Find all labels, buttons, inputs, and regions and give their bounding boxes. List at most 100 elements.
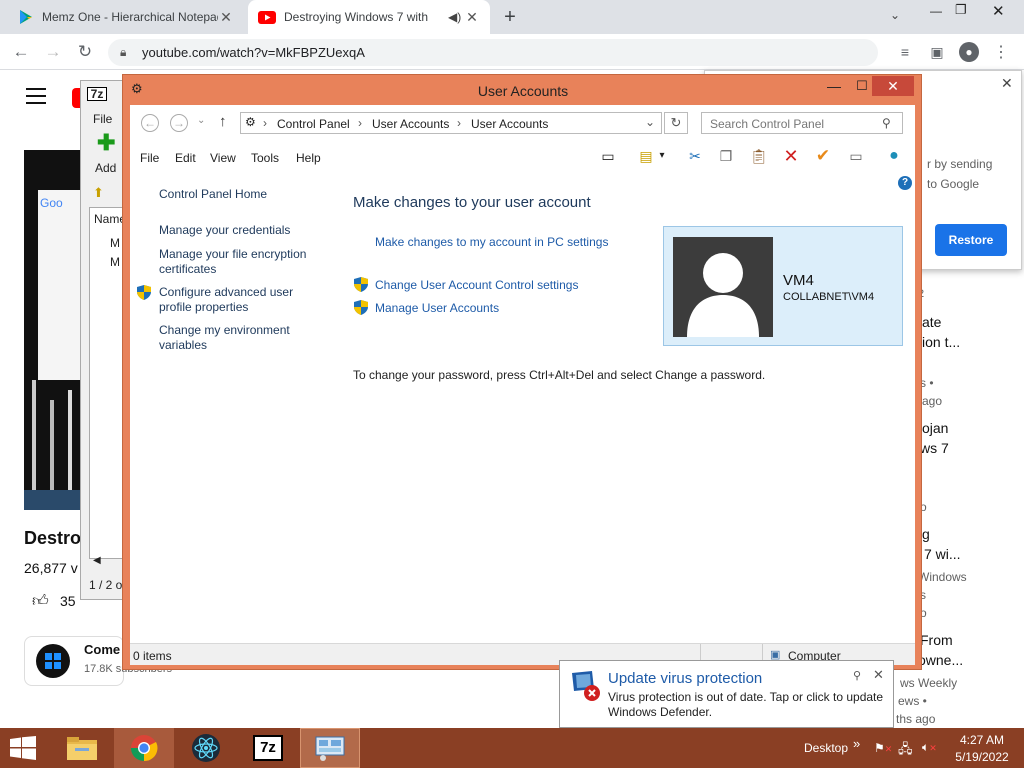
password-note: To change your password, press Ctrl+Alt+… — [353, 368, 766, 382]
properties-icon[interactable]: ✔ — [808, 145, 838, 167]
refresh-button[interactable]: ↻ — [664, 112, 688, 134]
copy-icon[interactable]: ❐ — [711, 145, 741, 167]
menu-tools[interactable]: Tools — [251, 151, 279, 165]
action-center-flag-icon[interactable]: ⚑✕ — [874, 741, 892, 755]
breadcrumb-current[interactable]: User Accounts — [471, 117, 548, 131]
address-bar[interactable]: ⚙ › Control Panel › User Accounts › User… — [240, 112, 662, 134]
window-close-button[interactable]: ✕ — [872, 76, 914, 96]
search-field[interactable]: Search Control Panel ⚲ — [701, 112, 903, 134]
sidebar-text[interactable]: From — [920, 632, 953, 648]
network-icon[interactable]: 🖧︎ — [898, 740, 913, 762]
close-tab-icon[interactable]: ✕ — [218, 9, 234, 26]
pin-icon[interactable]: ⚲ — [853, 669, 861, 682]
sidebar-manage-credentials[interactable]: Manage your credentials — [159, 223, 329, 238]
sidebar-text[interactable]: ojan — [922, 420, 948, 436]
taskbar-chrome[interactable] — [114, 728, 174, 768]
pc-settings-link[interactable]: Make changes to my account in PC setting… — [375, 235, 608, 249]
taskbar: 7z Desktop » ⚑✕ 🖧︎ 🔈︎✕ 4:27 AM 5/19/2022 — [0, 728, 1024, 768]
uac-settings-link[interactable]: Change User Account Control settings — [375, 278, 578, 292]
folder-dropdown-icon[interactable]: ▾ — [655, 145, 669, 167]
breadcrumb-user-accounts[interactable]: User Accounts — [372, 117, 449, 131]
taskbar-7zip[interactable]: 7z — [238, 728, 298, 768]
manage-user-accounts-link[interactable]: Manage User Accounts — [375, 301, 499, 315]
close-icon[interactable]: ✕ — [992, 2, 1005, 20]
sidebar-text[interactable]: owne... — [918, 652, 963, 668]
sidebar-environment-variables[interactable]: Change my environment variables — [159, 323, 309, 353]
delete-icon[interactable]: ✕ — [776, 145, 806, 167]
speaker-icon[interactable]: ◀) — [448, 10, 464, 24]
sidebar-text[interactable]: ate — [922, 314, 941, 330]
forward-icon[interactable]: → — [40, 39, 66, 65]
sevenzip-menu-file[interactable]: File — [93, 112, 112, 126]
address-dropdown-icon[interactable]: ⌄ — [645, 115, 655, 129]
scroll-left-icon[interactable]: ◀ — [93, 555, 101, 566]
file-row[interactable]: M — [110, 236, 120, 250]
tab-search-icon[interactable]: ⌄ — [890, 8, 900, 22]
back-icon[interactable]: ← — [8, 39, 34, 65]
close-popup-icon[interactable]: ✕ — [1001, 75, 1013, 92]
rename-icon[interactable]: ▭ — [841, 145, 871, 167]
cut-icon[interactable]: ✂ — [680, 145, 710, 167]
breadcrumb-control-panel[interactable]: Control Panel — [277, 117, 350, 131]
like-icon[interactable]: 👍︎ — [32, 592, 49, 611]
like-count: 35 — [60, 593, 76, 609]
help-icon[interactable]: ? — [898, 176, 912, 190]
tab-title: Destroying Windows 7 with — [284, 10, 429, 24]
menu-kebab-icon[interactable]: ⋮ — [988, 39, 1014, 65]
taskbar-react-app[interactable] — [176, 728, 236, 768]
tray-overflow-icon[interactable]: » — [853, 736, 860, 751]
sidebar-text[interactable]: 7 wi... — [924, 546, 961, 562]
close-tab-icon[interactable]: ✕ — [464, 9, 480, 26]
tab-youtube[interactable]: Destroying Windows 7 with ◀) ✕ — [248, 0, 490, 34]
up-folder-icon[interactable]: ⬆ — [93, 185, 104, 201]
profile-avatar-icon[interactable]: ● — [956, 39, 982, 65]
menu-view[interactable]: View — [210, 151, 236, 165]
clock-time[interactable]: 4:27 AM — [948, 733, 1016, 747]
window-title: User Accounts — [477, 83, 569, 99]
video-player[interactable]: Goo — [24, 150, 82, 510]
defender-notification[interactable]: Update virus protection Virus protection… — [559, 660, 894, 728]
youtube-logo[interactable] — [72, 88, 80, 108]
restore-button[interactable]: Restore — [935, 224, 1007, 256]
taskbar-file-explorer[interactable] — [52, 728, 112, 768]
taskbar-control-panel[interactable] — [300, 728, 360, 768]
add-icon[interactable]: ✚ — [97, 132, 115, 154]
sidebar-text[interactable]: ws 7 — [920, 440, 949, 456]
minimize-icon[interactable]: — — [930, 4, 942, 18]
back-button[interactable]: ← — [141, 114, 159, 132]
menu-help[interactable]: Help — [296, 151, 321, 165]
sidebar-control-panel-home[interactable]: Control Panel Home — [159, 187, 329, 202]
sidebar-file-encryption[interactable]: Manage your file encryption certificates — [159, 247, 324, 277]
channel-name[interactable]: Come — [84, 642, 120, 657]
globe-icon[interactable]: ● — [879, 145, 909, 167]
window-minimize-button[interactable]: — — [820, 77, 848, 97]
forward-button[interactable]: → — [170, 114, 188, 132]
sidebar-text[interactable]: g — [922, 526, 930, 542]
paste-icon[interactable]: 📋︎ — [744, 145, 774, 167]
reload-icon[interactable]: ↻ — [72, 39, 98, 65]
menu-file[interactable]: File — [140, 151, 159, 165]
sidebar-text: ews • — [898, 694, 927, 708]
search-icon[interactable]: ⚲ — [882, 116, 891, 130]
notification-close-icon[interactable]: ✕ — [873, 667, 884, 683]
side-panel-icon[interactable]: ▣ — [924, 39, 950, 65]
preview-pane-icon[interactable]: ▭ — [593, 145, 623, 167]
channel-avatar[interactable] — [36, 644, 70, 678]
sidebar-text[interactable]: ion t... — [922, 334, 960, 350]
tab-memz[interactable]: Memz One - Hierarchical Notepad ✕ — [8, 0, 244, 34]
clock-date[interactable]: 5/19/2022 — [948, 750, 1016, 764]
start-button[interactable] — [0, 728, 46, 768]
desktop-toolbar-label[interactable]: Desktop — [804, 741, 848, 755]
file-row[interactable]: M — [110, 255, 120, 269]
restore-icon[interactable]: ❐ — [955, 2, 967, 18]
youtube-menu-icon[interactable] — [26, 88, 46, 104]
omnibox[interactable]: 🔒︎ youtube.com/watch?v=MkFBPZUexqA — [108, 39, 878, 66]
sidebar-advanced-profile[interactable]: Configure advanced user profile properti… — [159, 285, 309, 315]
media-control-icon[interactable]: ≡ — [892, 39, 918, 65]
up-button[interactable]: ↑ — [219, 113, 227, 130]
volume-muted-icon[interactable]: 🔈︎✕ — [922, 740, 937, 755]
recent-pages-icon[interactable]: ⌄ — [197, 115, 205, 126]
defender-flag-icon — [572, 671, 600, 701]
new-tab-button[interactable]: + — [500, 4, 520, 30]
menu-edit[interactable]: Edit — [175, 151, 196, 165]
